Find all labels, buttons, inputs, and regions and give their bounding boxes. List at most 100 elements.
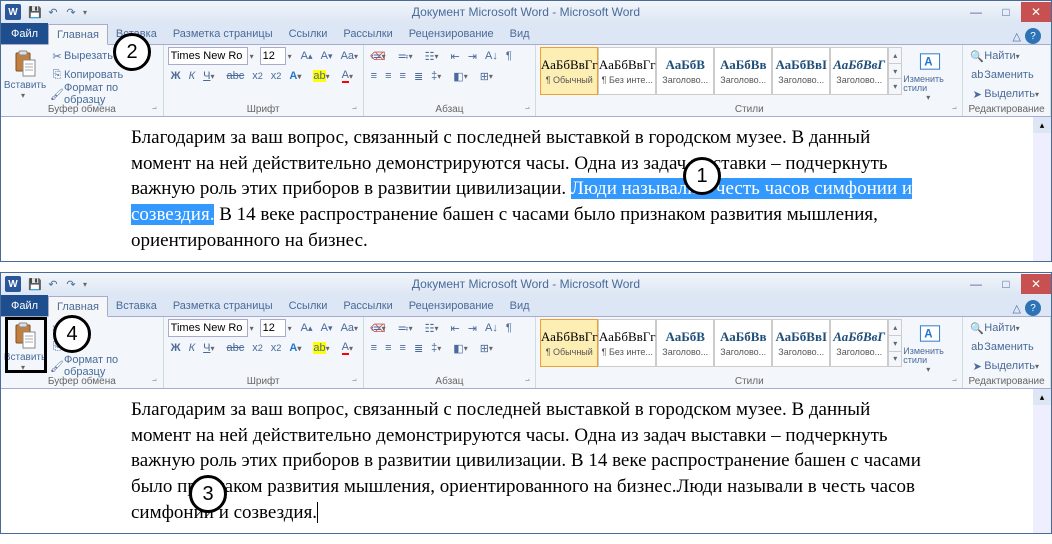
close-button[interactable]: ✕ — [1021, 274, 1051, 294]
select-button[interactable]: ➤Выделить▾ — [967, 85, 1046, 103]
font-color-button[interactable]: A▾ — [339, 67, 360, 85]
shrink-font-button[interactable]: A▾ — [318, 47, 336, 65]
view-tab[interactable]: Вид — [502, 23, 538, 44]
style-heading3[interactable]: АаБбВвI Заголово... — [772, 319, 830, 367]
layout-tab[interactable]: Разметка страницы — [165, 23, 281, 44]
numbering-button[interactable]: ≕▾ — [395, 319, 420, 337]
shading-button[interactable]: ◧▾ — [450, 339, 474, 357]
references-tab[interactable]: Ссылки — [281, 295, 336, 316]
format-painter-button[interactable]: 🖌Формат по образцу — [47, 85, 159, 103]
doc-text-after[interactable]: В 14 веке распространение башен с часами… — [131, 204, 878, 251]
strikethrough-button[interactable]: abc — [223, 67, 247, 85]
text-effects-button[interactable]: A▾ — [286, 339, 308, 357]
justify-button[interactable]: ≣ — [411, 339, 426, 357]
change-case-button[interactable]: Aa▾ — [338, 47, 365, 65]
styles-scroll-down-icon[interactable]: ▾ — [889, 336, 901, 352]
style-heading2[interactable]: АаБбВв Заголово... — [714, 319, 772, 367]
font-name-dropdown-icon[interactable]: ▾ — [250, 324, 258, 333]
paste-button[interactable]: Вставить ▾ — [5, 47, 45, 103]
font-color-button[interactable]: A▾ — [339, 339, 360, 357]
style-normal[interactable]: АаБбВвГг ¶ Обычный — [540, 47, 598, 95]
save-icon[interactable]: 💾 — [27, 4, 43, 20]
style-heading1[interactable]: АаБбВ Заголово... — [656, 47, 714, 95]
styles-expand-icon[interactable]: ▾ — [889, 79, 901, 94]
style-heading2[interactable]: АаБбВв Заголово... — [714, 47, 772, 95]
style-heading4[interactable]: АаБбВвГ Заголово... — [830, 47, 888, 95]
scroll-up-icon[interactable]: ▴ — [1033, 389, 1051, 405]
bold-button[interactable]: Ж — [168, 339, 184, 357]
style-heading1[interactable]: АаБбВ Заголово... — [656, 319, 714, 367]
document-area[interactable]: Благодарим за ваш вопрос, связанный с по… — [1, 117, 1051, 261]
align-center-button[interactable]: ≡ — [382, 339, 394, 357]
paste-button[interactable]: Вставить ▾ — [5, 319, 45, 375]
font-size-combo[interactable] — [260, 47, 286, 65]
style-no-spacing[interactable]: АаБбВвГг ¶ Без инте... — [598, 319, 656, 367]
line-spacing-button[interactable]: ‡▾ — [428, 67, 448, 85]
font-size-dropdown-icon[interactable]: ▾ — [288, 52, 296, 61]
file-tab[interactable]: Файл — [1, 23, 48, 44]
review-tab[interactable]: Рецензирование — [401, 295, 502, 316]
home-tab[interactable]: Главная — [48, 24, 108, 45]
multilevel-button[interactable]: ☷▾ — [422, 319, 446, 337]
undo-icon[interactable]: ↶ — [45, 276, 61, 292]
format-painter-button[interactable]: 🖌Формат по образцу — [47, 357, 159, 375]
grow-font-button[interactable]: A▴ — [298, 319, 316, 337]
references-tab[interactable]: Ссылки — [281, 23, 336, 44]
change-styles-button[interactable]: A Изменить стили ▾ — [902, 319, 958, 375]
layout-tab[interactable]: Разметка страницы — [165, 295, 281, 316]
minimize-button[interactable]: — — [961, 274, 991, 294]
styles-scroll-down-icon[interactable]: ▾ — [889, 64, 901, 80]
document-area[interactable]: Благодарим за ваш вопрос, связанный с по… — [1, 389, 1051, 533]
style-heading3[interactable]: АаБбВвI Заголово... — [772, 47, 830, 95]
replace-button[interactable]: abЗаменить — [967, 338, 1036, 356]
scroll-up-icon[interactable]: ▴ — [1033, 117, 1051, 133]
highlight-button[interactable]: ab▾ — [310, 339, 336, 357]
font-size-combo[interactable] — [260, 319, 286, 337]
multilevel-button[interactable]: ☷▾ — [422, 47, 446, 65]
sort-button[interactable]: A↓ — [482, 319, 501, 337]
styles-scroll[interactable]: ▴ ▾ ▾ — [888, 319, 902, 367]
shrink-font-button[interactable]: A▾ — [318, 319, 336, 337]
styles-scroll-up-icon[interactable]: ▴ — [889, 320, 901, 336]
replace-button[interactable]: abЗаменить — [967, 66, 1036, 84]
justify-button[interactable]: ≣ — [411, 67, 426, 85]
show-marks-button[interactable]: ¶ — [503, 319, 515, 337]
grow-font-button[interactable]: A▴ — [298, 47, 316, 65]
show-marks-button[interactable]: ¶ — [503, 47, 515, 65]
doc-text[interactable]: Благодарим за ваш вопрос, связанный с по… — [131, 399, 921, 523]
align-left-button[interactable]: ≡ — [368, 67, 380, 85]
ribbon-minimize-icon[interactable]: △ — [1013, 302, 1021, 315]
vertical-scrollbar[interactable]: ▴ — [1033, 389, 1051, 533]
qat-dropdown-icon[interactable]: ▾ — [81, 276, 89, 292]
change-case-button[interactable]: Aa▾ — [338, 319, 365, 337]
bullets-button[interactable]: ≔▾ — [368, 47, 393, 65]
shading-button[interactable]: ◧▾ — [450, 67, 474, 85]
subscript-button[interactable]: x2 — [249, 67, 266, 85]
font-name-combo[interactable] — [168, 47, 248, 65]
styles-scroll[interactable]: ▴ ▾ ▾ — [888, 47, 902, 95]
maximize-button[interactable]: □ — [991, 2, 1021, 22]
maximize-button[interactable]: □ — [991, 274, 1021, 294]
ribbon-minimize-icon[interactable]: △ — [1013, 30, 1021, 43]
align-right-button[interactable]: ≡ — [397, 339, 409, 357]
underline-button[interactable]: Ч▾ — [200, 339, 221, 357]
strikethrough-button[interactable]: abc — [223, 339, 247, 357]
vertical-scrollbar[interactable]: ▴ — [1033, 117, 1051, 261]
insert-tab[interactable]: Вставка — [108, 295, 165, 316]
subscript-button[interactable]: x2 — [249, 339, 266, 357]
redo-icon[interactable]: ↷ — [63, 4, 79, 20]
sort-button[interactable]: A↓ — [482, 47, 501, 65]
mailings-tab[interactable]: Рассылки — [335, 23, 400, 44]
select-button[interactable]: ➤Выделить▾ — [967, 357, 1046, 375]
align-center-button[interactable]: ≡ — [382, 67, 394, 85]
mailings-tab[interactable]: Рассылки — [335, 295, 400, 316]
italic-button[interactable]: К — [186, 339, 198, 357]
help-icon[interactable]: ? — [1025, 28, 1041, 44]
styles-scroll-up-icon[interactable]: ▴ — [889, 48, 901, 64]
close-button[interactable]: ✕ — [1021, 2, 1051, 22]
borders-button[interactable]: ⊞▾ — [477, 339, 500, 357]
increase-indent-button[interactable]: ⇥ — [465, 319, 480, 337]
line-spacing-button[interactable]: ‡▾ — [428, 339, 448, 357]
font-name-combo[interactable] — [168, 319, 248, 337]
superscript-button[interactable]: x2 — [268, 339, 285, 357]
